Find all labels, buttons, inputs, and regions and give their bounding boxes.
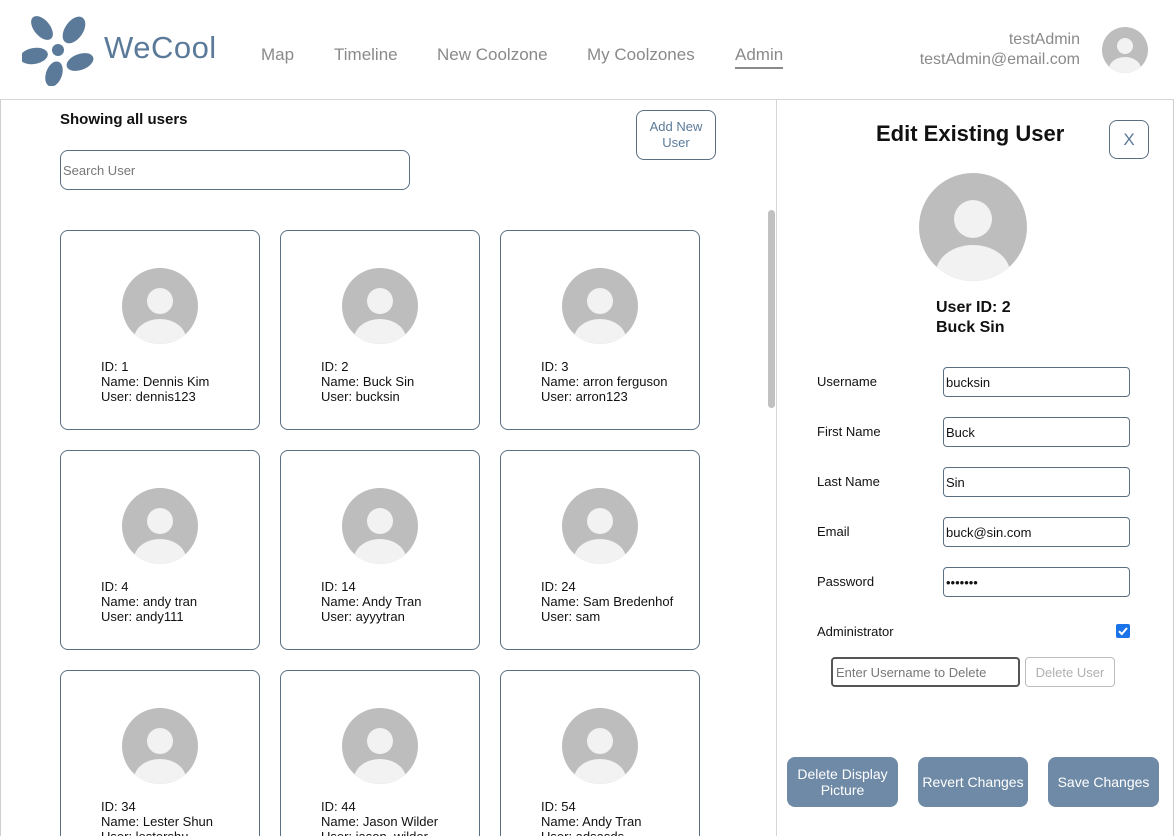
nav-my-coolzones[interactable]: My Coolzones: [587, 45, 695, 65]
user-card-name: Name: Andy Tran: [541, 814, 642, 829]
user-card-username: User: jason_wilder: [321, 829, 438, 836]
user-card-name: Name: Buck Sin: [321, 374, 415, 389]
password-field[interactable]: [943, 567, 1130, 597]
user-card-id: ID: 14: [321, 579, 356, 594]
nav-new-coolzone[interactable]: New Coolzone: [437, 45, 548, 65]
user-card-name: Name: Andy Tran: [321, 594, 422, 609]
user-card[interactable]: ID: 44Name: Jason WilderUser: jason_wild…: [280, 670, 480, 836]
user-card-username: User: sam: [541, 609, 601, 624]
user-card-name: Name: arron ferguson: [541, 374, 668, 389]
user-avatar-icon: [562, 708, 638, 784]
user-avatar-icon: [562, 488, 638, 564]
user-avatar-icon: [342, 268, 418, 344]
account-email: testAdmin@email.com: [919, 51, 1080, 68]
user-card-id: ID: 4: [101, 579, 129, 594]
user-card-info: ID: 2 Name: Buck Sin User: bucksin: [321, 359, 414, 404]
user-avatar-icon: [122, 708, 198, 784]
user-card-id: ID: 24: [541, 579, 576, 594]
user-card-id: ID: 1: [101, 359, 129, 374]
user-card-username: User: dennis123: [101, 389, 196, 404]
first-name-label: First Name: [817, 424, 881, 439]
user-card[interactable]: ID: 4 Name: andy tran User: andy111: [60, 450, 260, 650]
user-card[interactable]: ID: 2 Name: Buck Sin User: bucksin: [280, 230, 480, 430]
revert-changes-button[interactable]: Revert Changes: [918, 757, 1028, 807]
last-name-field[interactable]: [943, 467, 1130, 497]
scrollbar-thumb[interactable]: [768, 210, 775, 408]
user-avatar-icon: [342, 488, 418, 564]
user-card-id: ID: 44: [321, 799, 356, 814]
user-card[interactable]: ID: 24 Name: Sam Bredenhof User: sam: [500, 450, 700, 650]
search-user-input[interactable]: [60, 150, 410, 190]
user-card-username: User: bucksin: [321, 389, 400, 404]
panel-divider: [776, 100, 777, 836]
user-card-info: ID: 1 Name: Dennis Kim User: dennis123: [101, 359, 209, 404]
nav-timeline[interactable]: Timeline: [334, 45, 398, 65]
email-field[interactable]: [943, 517, 1130, 547]
administrator-checkbox[interactable]: [1116, 624, 1130, 638]
top-header: WeCool Map Timeline New Coolzone My Cool…: [0, 0, 1174, 100]
brand-name[interactable]: WeCool: [104, 30, 217, 66]
user-card-name: Name: Lester Shun: [101, 814, 214, 829]
list-title: Showing all users: [60, 111, 188, 128]
close-button[interactable]: X: [1109, 120, 1149, 159]
edit-user-id: User ID: 2: [936, 299, 1011, 316]
user-card-id: ID: 54: [541, 799, 576, 814]
user-card-name: Name: Jason Wilder: [321, 814, 439, 829]
username-label: Username: [817, 374, 877, 389]
user-card-username: User: arron123: [541, 389, 628, 404]
wecool-logo-icon[interactable]: [22, 14, 98, 86]
user-card-name: Name: andy tran: [101, 594, 198, 609]
user-card-name: Name: Dennis Kim: [101, 374, 210, 389]
edit-user-fullname: Buck Sin: [936, 319, 1005, 336]
nav-map[interactable]: Map: [261, 45, 294, 65]
user-avatar-icon: [562, 268, 638, 344]
user-card-username: User: lestershu: [101, 829, 213, 836]
account-username: testAdmin: [1008, 31, 1080, 48]
add-new-user-button[interactable]: Add New User: [636, 110, 716, 160]
user-card[interactable]: ID: 1 Name: Dennis Kim User: dennis123: [60, 230, 260, 430]
user-card-info: ID: 3 Name: arron ferguson User: arron123: [541, 359, 667, 404]
user-avatar-icon[interactable]: [919, 173, 1027, 281]
user-card-info: ID: 34Name: Lester ShunUser: lestershu: [101, 799, 213, 836]
email-label: Email: [817, 524, 850, 539]
password-label: Password: [817, 574, 875, 589]
first-name-field[interactable]: [943, 417, 1130, 447]
edit-panel-title: Edit Existing User: [876, 121, 1065, 146]
username-field[interactable]: [943, 367, 1130, 397]
user-card-info: ID: 4 Name: andy tran User: andy111: [101, 579, 197, 624]
nav-admin[interactable]: Admin: [735, 45, 784, 69]
delete-username-input[interactable]: [831, 657, 1020, 687]
last-name-label: Last Name: [817, 474, 880, 489]
save-changes-button[interactable]: Save Changes: [1048, 757, 1159, 807]
user-card[interactable]: ID: 54Name: Andy TranUser: adsasds: [500, 670, 700, 836]
user-card-info: ID: 24 Name: Sam Bredenhof User: sam: [541, 579, 673, 624]
delete-user-button[interactable]: Delete User: [1025, 657, 1115, 687]
user-card[interactable]: ID: 3 Name: arron ferguson User: arron123: [500, 230, 700, 430]
user-card-username: User: adsasds: [541, 829, 641, 836]
checkmark-icon: [1118, 627, 1128, 636]
user-avatar-icon: [122, 268, 198, 344]
user-card-username: User: andy111: [101, 609, 184, 624]
administrator-label: Administrator: [817, 624, 894, 639]
delete-display-picture-button[interactable]: Delete Display Picture: [787, 757, 898, 807]
user-card-username: User: ayyytran: [321, 609, 405, 624]
user-card-info: ID: 54Name: Andy TranUser: adsasds: [541, 799, 641, 836]
user-avatar-icon: [122, 488, 198, 564]
user-avatar-icon: [342, 708, 418, 784]
user-card-id: ID: 3: [541, 359, 569, 374]
user-card-id: ID: 2: [321, 359, 349, 374]
account-avatar-icon[interactable]: [1102, 27, 1148, 73]
user-card-info: ID: 14 Name: Andy Tran User: ayyytran: [321, 579, 421, 624]
left-border: [0, 100, 1, 836]
user-card[interactable]: ID: 34Name: Lester ShunUser: lestershu: [60, 670, 260, 836]
user-card-id: ID: 34: [101, 799, 136, 814]
user-card[interactable]: ID: 14 Name: Andy Tran User: ayyytran: [280, 450, 480, 650]
user-card-name: Name: Sam Bredenhof: [541, 594, 674, 609]
user-card-info: ID: 44Name: Jason WilderUser: jason_wild…: [321, 799, 438, 836]
